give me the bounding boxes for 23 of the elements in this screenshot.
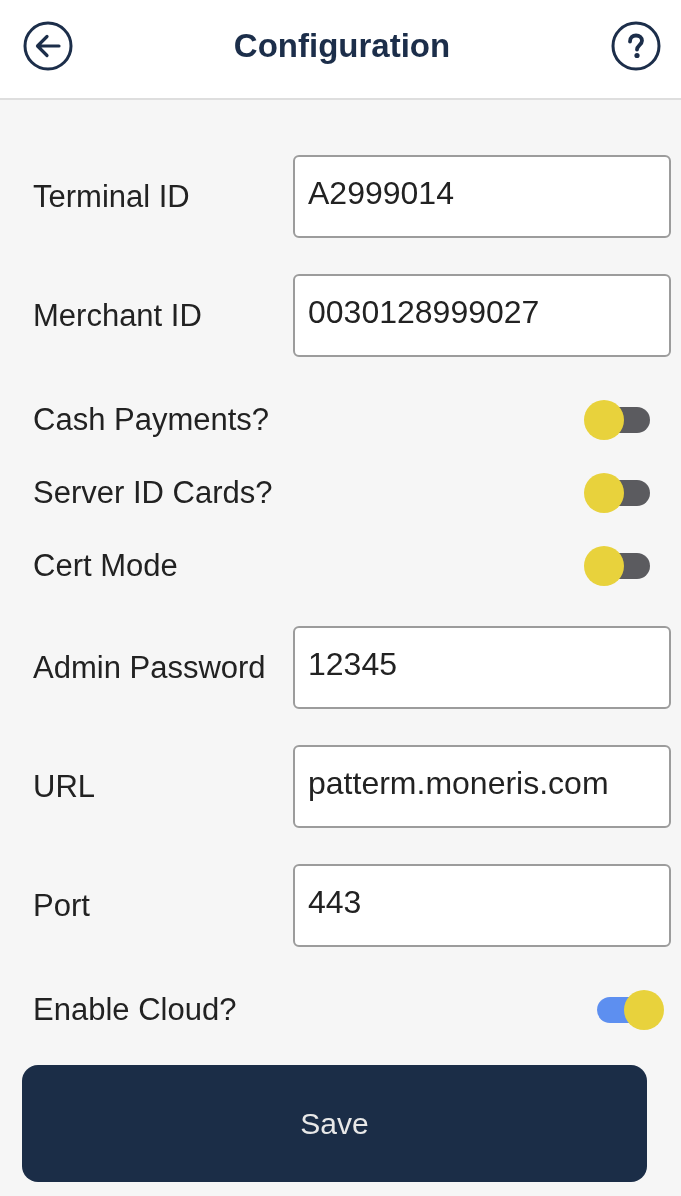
setting-label: Admin Password	[33, 649, 266, 686]
toggle-switch[interactable]	[584, 472, 650, 514]
input-field[interactable]: A2999014	[293, 155, 671, 238]
setting-label: Enable Cloud?	[33, 992, 237, 1028]
back-button[interactable]	[23, 21, 73, 71]
setting-label: Terminal ID	[33, 178, 190, 215]
setting-label: Port	[33, 887, 90, 924]
toggle-switch[interactable]	[584, 399, 650, 441]
save-button[interactable]: Save	[22, 1065, 647, 1182]
input-field[interactable]: 0030128999027	[293, 274, 671, 357]
toggle-switch[interactable]	[584, 545, 650, 587]
setting-label: Cert Mode	[33, 548, 178, 584]
setting-label: Merchant ID	[33, 297, 202, 334]
toggle-switch[interactable]	[597, 989, 664, 1031]
page-title: Configuration	[233, 27, 451, 65]
setting-label: Server ID Cards?	[33, 475, 273, 511]
setting-label: Cash Payments?	[33, 402, 270, 438]
input-field[interactable]: 443	[293, 864, 671, 947]
help-icon	[611, 21, 661, 71]
setting-label: URL	[33, 768, 95, 805]
input-field[interactable]: patterm.moneris.com	[293, 745, 671, 828]
input-field[interactable]: 12345	[293, 626, 671, 709]
help-button[interactable]	[611, 21, 661, 71]
